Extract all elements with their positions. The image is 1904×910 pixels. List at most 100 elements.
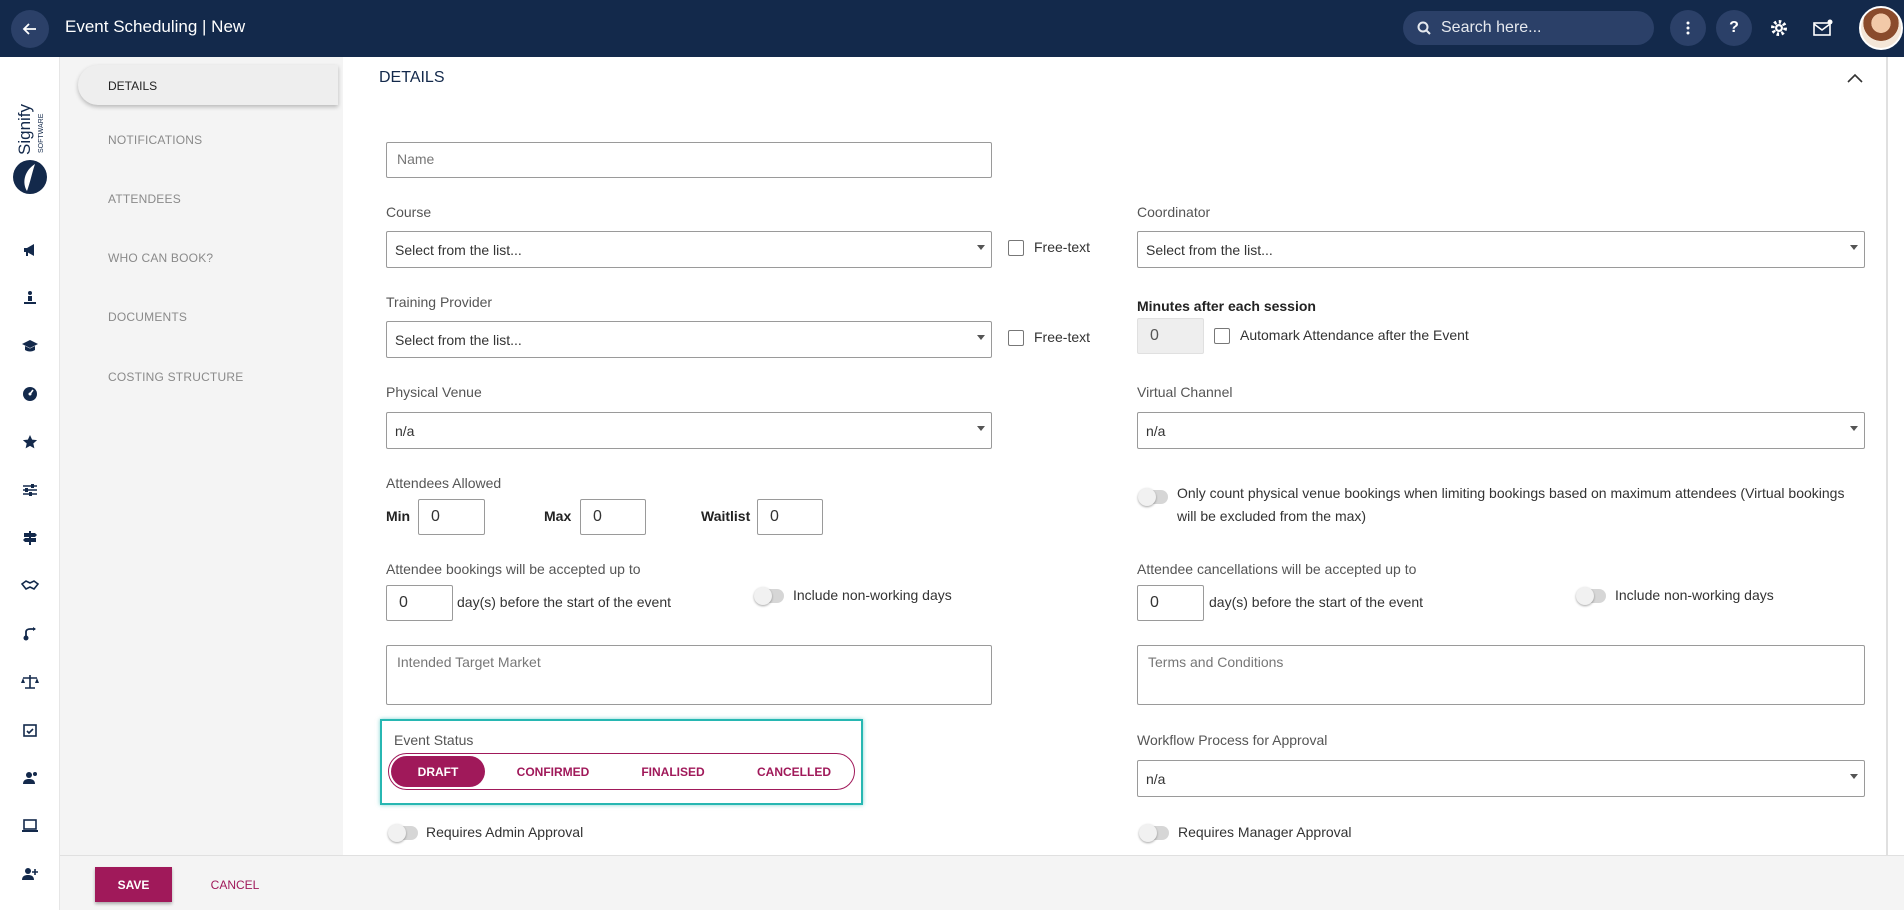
rail-megaphone[interactable] — [20, 240, 40, 260]
coordinator-value: Select from the list... — [1146, 242, 1273, 258]
booking-suffix: day(s) before the start of the event — [457, 594, 672, 610]
admin-approval-label: Requires Admin Approval — [426, 824, 584, 840]
channel-value: n/a — [1146, 423, 1166, 439]
booking-days-input[interactable]: 0 — [386, 585, 453, 621]
cancel-label: Attendee cancellations will be accepted … — [1137, 561, 1417, 577]
svg-text:Signify: Signify — [15, 103, 34, 155]
chevron-up-icon — [1847, 73, 1863, 83]
status-finalised[interactable]: FINALISED — [619, 754, 727, 789]
admin-approval-toggle[interactable] — [388, 824, 418, 842]
physical-count-toggle[interactable] — [1138, 488, 1168, 506]
nav-item-label: DETAILS — [108, 79, 158, 93]
messages-button[interactable] — [1809, 14, 1837, 42]
venue-label: Physical Venue — [386, 384, 482, 400]
scales-icon — [21, 675, 39, 689]
nav-item-attendees[interactable]: ATTENDEES — [108, 192, 181, 206]
rail-courses[interactable] — [20, 336, 40, 356]
name-input[interactable]: Name — [386, 142, 992, 178]
icon-rail: Signify SOFTWARE — [0, 57, 60, 910]
manager-approval-label: Requires Manager Approval — [1178, 824, 1352, 840]
cancel-suffix: day(s) before the start of the event — [1209, 594, 1424, 610]
nav-item-notifications[interactable]: NOTIFICATIONS — [108, 133, 202, 147]
rail-add-user[interactable] — [20, 864, 40, 884]
megaphone-icon — [24, 244, 34, 256]
terms-placeholder: Terms and Conditions — [1148, 654, 1284, 670]
provider-freetext-checkbox[interactable] — [1008, 330, 1024, 346]
rail-presenter[interactable] — [20, 288, 40, 308]
cancel-nonworking-toggle[interactable] — [1576, 587, 1606, 605]
terms-input[interactable]: Terms and Conditions — [1137, 645, 1865, 705]
chevron-down-icon — [977, 245, 985, 250]
rail-user-badge[interactable] — [20, 768, 40, 788]
back-button[interactable] — [11, 10, 49, 48]
venue-value: n/a — [395, 423, 415, 439]
avatar[interactable] — [1859, 6, 1903, 50]
waitlist-input[interactable]: 0 — [757, 499, 823, 535]
chevron-down-icon — [1850, 774, 1858, 779]
coordinator-label: Coordinator — [1137, 204, 1211, 220]
cancel-button[interactable]: CANCEL — [200, 867, 270, 902]
booking-nonworking-label: Include non-working days — [793, 587, 952, 603]
nav-item-documents[interactable]: DOCUMENTS — [108, 310, 187, 324]
provider-label: Training Provider — [386, 294, 493, 310]
min-input[interactable]: 0 — [418, 499, 485, 535]
rail-settings[interactable] — [20, 480, 40, 500]
manager-approval-toggle[interactable] — [1139, 824, 1169, 842]
search-icon — [1417, 21, 1431, 35]
max-label: Max — [544, 508, 572, 524]
more-vertical-icon — [1686, 21, 1690, 35]
booking-nonworking-toggle[interactable] — [754, 587, 784, 605]
name-placeholder: Name — [397, 151, 435, 167]
rail-compliance[interactable] — [20, 672, 40, 692]
cancel-days-input[interactable]: 0 — [1137, 585, 1204, 621]
rail-elearning[interactable] — [20, 816, 40, 836]
rail-partnerships[interactable] — [20, 576, 40, 596]
channel-select[interactable]: n/a — [1137, 412, 1865, 449]
workflow-value: n/a — [1146, 771, 1166, 787]
provider-select[interactable]: Select from the list... — [386, 321, 992, 358]
workflow-select[interactable]: n/a — [1137, 760, 1865, 797]
section-nav: DETAILS NOTIFICATIONS ATTENDEES WHO CAN … — [60, 57, 343, 855]
more-button[interactable] — [1670, 10, 1706, 46]
status-draft[interactable]: DRAFT — [391, 756, 485, 787]
help-button[interactable]: ? — [1716, 10, 1752, 46]
course-select[interactable]: Select from the list... — [386, 231, 992, 268]
minutes-input[interactable]: 0 — [1137, 318, 1204, 354]
rail-dashboard[interactable] — [20, 384, 40, 404]
max-input[interactable]: 0 — [580, 499, 646, 535]
nav-item-costing-structure[interactable]: COSTING STRUCTURE — [108, 370, 243, 384]
target-market-input[interactable]: Intended Target Market — [386, 645, 992, 705]
course-label: Course — [386, 204, 432, 220]
nav-item-details[interactable]: DETAILS — [78, 65, 338, 105]
graduation-cap-icon — [22, 340, 38, 352]
top-bar: Event Scheduling | New ? — [0, 0, 1904, 57]
arrow-left-icon — [22, 23, 36, 35]
course-freetext-checkbox[interactable] — [1008, 240, 1024, 256]
signify-logo: Signify SOFTWARE — [10, 87, 50, 199]
save-button[interactable]: SAVE — [95, 867, 172, 902]
chevron-down-icon — [1850, 245, 1858, 250]
settings-button[interactable] — [1765, 14, 1793, 42]
rail-signpost[interactable] — [20, 528, 40, 548]
nav-item-who-can-book[interactable]: WHO CAN BOOK? — [108, 251, 213, 265]
rail-favourites[interactable] — [20, 432, 40, 452]
minutes-label: Minutes after each session — [1137, 298, 1316, 314]
venue-select[interactable]: n/a — [386, 412, 992, 449]
course-freetext-label: Free-text — [1034, 239, 1091, 255]
search-box[interactable] — [1403, 11, 1654, 45]
sliders-icon — [23, 484, 37, 496]
chevron-down-icon — [977, 426, 985, 431]
handshake-icon — [21, 580, 39, 591]
automark-checkbox[interactable] — [1214, 328, 1230, 344]
coordinator-select[interactable]: Select from the list... — [1137, 231, 1865, 268]
collapse-button[interactable] — [1845, 69, 1865, 89]
search-input[interactable] — [1441, 19, 1641, 37]
panel-border — [1886, 57, 1888, 855]
rail-tasks[interactable] — [20, 720, 40, 740]
help-icon: ? — [1729, 19, 1739, 36]
event-status-toggle-group: DRAFT CONFIRMED FINALISED CANCELLED — [388, 753, 855, 790]
page-title: Event Scheduling | New — [65, 17, 246, 36]
status-confirmed[interactable]: CONFIRMED — [497, 754, 609, 789]
rail-routes[interactable] — [20, 624, 40, 644]
status-cancelled[interactable]: CANCELLED — [739, 754, 849, 789]
